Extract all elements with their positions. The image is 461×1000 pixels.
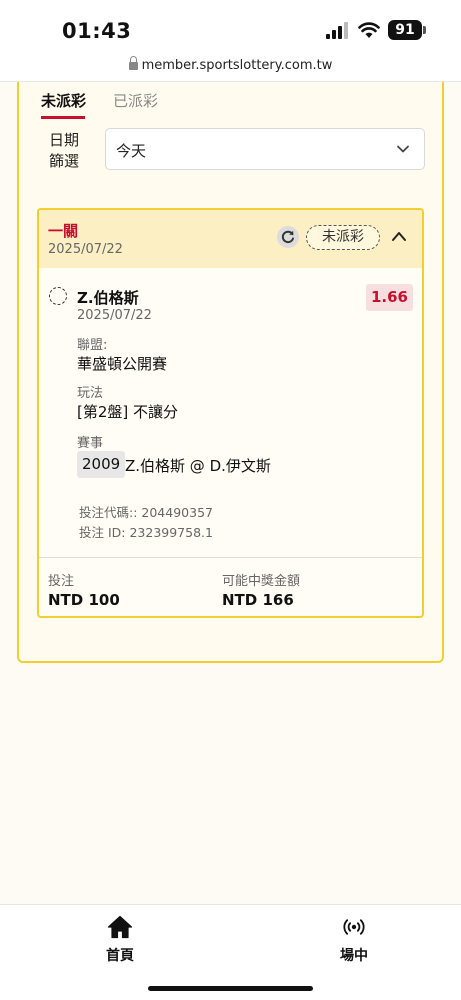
refresh-icon[interactable] bbox=[277, 226, 299, 248]
event-id-badge: 2009 bbox=[77, 451, 126, 478]
nav-home-label: 首頁 bbox=[106, 948, 134, 964]
bet-type: 一關 bbox=[48, 222, 79, 240]
date-filter-value: 今天 bbox=[116, 142, 147, 160]
date-filter-label: 日期篩選 bbox=[49, 131, 80, 170]
stake-value: NTD 100 bbox=[48, 591, 120, 609]
nav-home[interactable]: 首頁 bbox=[80, 915, 160, 965]
league-label: 聯盟: bbox=[77, 338, 108, 353]
odds-badge: 1.66 bbox=[365, 284, 413, 311]
tab-settled[interactable]: 已派彩 bbox=[113, 90, 158, 111]
nav-live[interactable]: 場中 bbox=[314, 915, 394, 965]
selection-name: Z.伯格斯 bbox=[77, 289, 139, 307]
market-label: 玩法 bbox=[77, 386, 104, 401]
tab-unsettled[interactable]: 未派彩 bbox=[41, 90, 86, 119]
market-value: [第2盤] 不讓分 bbox=[77, 403, 179, 421]
event-name: Z.伯格斯 @ D.伊文斯 bbox=[125, 457, 271, 475]
wifi-icon bbox=[358, 22, 380, 38]
nav-live-label: 場中 bbox=[340, 948, 368, 964]
date-filter-select[interactable]: 今天 bbox=[105, 128, 425, 170]
lock-icon bbox=[128, 56, 138, 70]
bet-card: 一關 2025/07/22 未派彩 Z.伯格斯 1.66 2025/07/22 … bbox=[37, 208, 424, 618]
home-icon bbox=[107, 915, 133, 939]
pending-status-icon bbox=[49, 287, 67, 305]
url-text: member.sportslottery.com.tw bbox=[141, 58, 333, 73]
stake-label: 投注 bbox=[48, 574, 75, 589]
bet-date: 2025/07/22 bbox=[48, 242, 123, 257]
selection-date: 2025/07/22 bbox=[77, 308, 152, 323]
chevron-up-icon[interactable] bbox=[391, 230, 407, 242]
bet-code: 投注代碼:: 204490357 bbox=[79, 505, 213, 520]
league-value: 華盛頓公開賽 bbox=[77, 355, 168, 373]
bet-id: 投注 ID: 232399758.1 bbox=[79, 525, 213, 540]
payout-label: 可能中獎金額 bbox=[222, 574, 301, 589]
live-broadcast-icon bbox=[343, 919, 365, 935]
status-bar: 01:43 91 bbox=[0, 0, 461, 56]
event-label: 賽事 bbox=[77, 436, 104, 451]
address-bar[interactable]: member.sportslottery.com.tw bbox=[0, 56, 461, 82]
home-indicator bbox=[148, 986, 313, 991]
status-badge: 未派彩 bbox=[306, 225, 380, 250]
payout-value: NTD 166 bbox=[222, 591, 294, 609]
chevron-down-icon bbox=[397, 145, 409, 153]
status-time: 01:43 bbox=[62, 19, 132, 43]
cellular-signal-icon bbox=[326, 22, 348, 39]
bet-card-header[interactable]: 一關 2025/07/22 未派彩 bbox=[39, 210, 422, 268]
card-divider bbox=[39, 557, 422, 558]
battery-indicator: 91 bbox=[388, 20, 422, 40]
battery-tip bbox=[423, 26, 426, 34]
